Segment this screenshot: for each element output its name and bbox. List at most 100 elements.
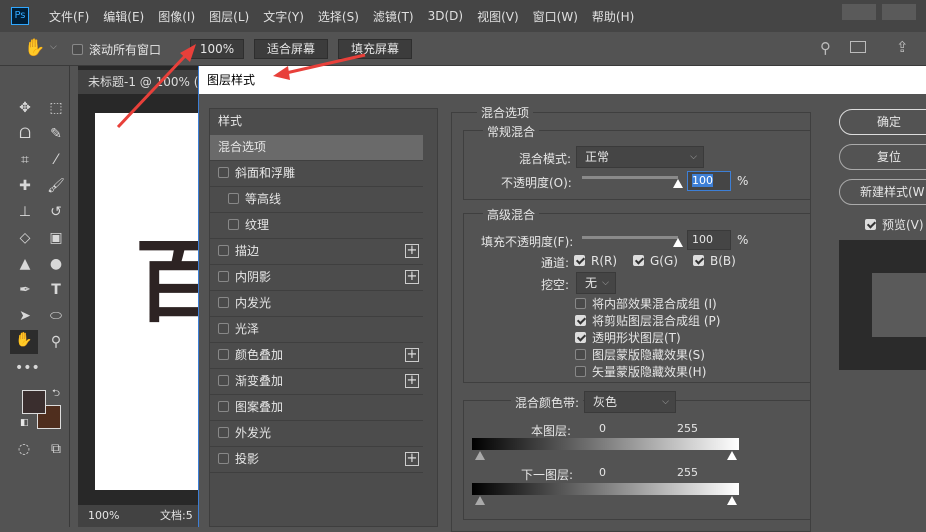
menu-help[interactable]: 帮助(H) <box>592 8 634 25</box>
fill-opacity-input[interactable]: 100 <box>687 230 731 250</box>
eyedropper-icon[interactable]: ⁄ <box>46 150 66 170</box>
ok-button[interactable]: 确定 <box>839 109 926 135</box>
workspace-icon[interactable] <box>850 41 866 53</box>
style-item[interactable]: 光泽 <box>210 317 423 343</box>
style-checkbox[interactable] <box>218 349 229 360</box>
zoom-100-button[interactable]: 100% <box>190 39 244 59</box>
style-checkbox[interactable] <box>218 167 229 178</box>
style-checkbox[interactable] <box>218 375 229 386</box>
knockout-select[interactable]: 无 ⌵ <box>576 272 616 294</box>
style-item[interactable]: 渐变叠加 + <box>210 369 423 395</box>
fill-opacity-slider-thumb[interactable] <box>673 238 683 247</box>
share-icon[interactable]: ⇪ <box>896 38 909 56</box>
menu-file[interactable]: 文件(F) <box>49 8 89 25</box>
add-effect-icon[interactable]: + <box>405 452 419 466</box>
quick-mask-icon[interactable]: ◌ <box>14 439 34 459</box>
underlying-layer-white-slider[interactable] <box>727 496 737 505</box>
style-item[interactable]: 混合选项 <box>210 135 423 161</box>
more-tools-icon[interactable]: ••• <box>15 358 40 378</box>
foreground-color-swatch[interactable] <box>22 390 46 414</box>
style-checkbox[interactable] <box>218 323 229 334</box>
style-checkbox[interactable] <box>218 297 229 308</box>
menu-window[interactable]: 窗口(W) <box>533 8 578 25</box>
preview-checkbox[interactable]: 预览(V) <box>865 216 924 233</box>
advanced-option-checkbox[interactable]: 图层蒙版隐藏效果(S) <box>575 346 705 363</box>
chevron-down-icon[interactable]: ⌵ <box>50 42 57 52</box>
scroll-all-windows-checkbox[interactable]: 滚动所有窗口 <box>72 41 161 58</box>
menu-type[interactable]: 文字(Y) <box>263 8 304 25</box>
underlying-layer-black-slider[interactable] <box>475 496 485 505</box>
add-effect-icon[interactable]: + <box>405 348 419 362</box>
blend-mode-select[interactable]: 正常 ⌵ <box>576 146 704 168</box>
menu-layer[interactable]: 图层(L) <box>209 8 249 25</box>
fill-opacity-slider[interactable] <box>582 236 678 239</box>
advanced-option-checkbox[interactable]: 将剪贴图层混合成组 (P) <box>575 312 720 329</box>
blur-tool-icon[interactable]: ▲ <box>15 254 35 274</box>
style-item[interactable]: 描边 + <box>210 239 423 265</box>
menu-image[interactable]: 图像(I) <box>158 8 195 25</box>
channel-r-checkbox[interactable]: R(R) <box>574 254 617 268</box>
style-checkbox[interactable] <box>218 453 229 464</box>
gradient-tool-icon[interactable]: ▣ <box>46 228 66 248</box>
eraser-tool-icon[interactable]: ◇ <box>15 228 35 248</box>
default-colors-icon[interactable]: ◧ <box>20 418 29 428</box>
swap-colors-icon[interactable]: ⮌ <box>52 386 60 403</box>
ellipse-tool-icon[interactable]: ⬭ <box>46 306 66 326</box>
zoom-readout[interactable]: 100% <box>88 505 119 527</box>
quick-select-icon[interactable]: ✎ <box>46 124 66 144</box>
opacity-slider[interactable] <box>582 176 678 179</box>
marquee-tool-icon[interactable]: ⬚ <box>46 98 66 118</box>
style-checkbox[interactable] <box>218 401 229 412</box>
brush-tool-icon[interactable]: 🖌 <box>46 176 66 196</box>
type-tool-icon[interactable]: T <box>46 280 66 300</box>
pen-tool-icon[interactable]: ✒ <box>15 280 35 300</box>
style-item[interactable]: 外发光 <box>210 421 423 447</box>
this-layer-white-slider[interactable] <box>727 451 737 460</box>
style-checkbox[interactable] <box>218 271 229 282</box>
channel-g-checkbox[interactable]: G(G) <box>633 254 678 268</box>
hand-tool-icon[interactable]: ✋ <box>24 38 45 58</box>
maximize-button[interactable] <box>882 4 916 20</box>
minimize-button[interactable] <box>842 4 876 20</box>
style-item[interactable]: 纹理 <box>210 213 423 239</box>
menu-select[interactable]: 选择(S) <box>318 8 359 25</box>
menu-view[interactable]: 视图(V) <box>477 8 519 25</box>
add-effect-icon[interactable]: + <box>405 244 419 258</box>
style-item[interactable]: 等高线 <box>210 187 423 213</box>
style-checkbox[interactable] <box>218 427 229 438</box>
fit-screen-button[interactable]: 适合屏幕 <box>254 39 328 59</box>
fill-screen-button[interactable]: 填充屏幕 <box>338 39 412 59</box>
path-select-icon[interactable]: ➤ <box>15 306 35 326</box>
menu-edit[interactable]: 编辑(E) <box>103 8 144 25</box>
style-item[interactable]: 图案叠加 <box>210 395 423 421</box>
zoom-tool-icon[interactable]: ⚲ <box>46 332 66 352</box>
crop-tool-icon[interactable]: ⌗ <box>15 150 35 170</box>
blend-if-select[interactable]: 灰色 ⌵ <box>584 391 676 413</box>
this-layer-black-slider[interactable] <box>475 451 485 460</box>
advanced-option-checkbox[interactable]: 将内部效果混合成组 (I) <box>575 295 717 312</box>
advanced-option-checkbox[interactable]: 矢量蒙版隐藏效果(H) <box>575 363 706 380</box>
screen-mode-icon[interactable]: ⧉ <box>46 439 66 459</box>
opacity-slider-thumb[interactable] <box>673 179 683 188</box>
menu-3d[interactable]: 3D(D) <box>428 9 463 23</box>
style-item[interactable]: 投影 + <box>210 447 423 473</box>
channel-b-checkbox[interactable]: B(B) <box>693 254 736 268</box>
opacity-input[interactable]: 100 <box>687 171 731 191</box>
search-icon[interactable]: ⚲ <box>820 39 831 57</box>
hand-tool-active-icon[interactable]: ✋ <box>10 330 38 354</box>
document-tab[interactable]: 未标题-1 @ 100% ( <box>78 70 198 94</box>
dodge-tool-icon[interactable]: ● <box>46 254 66 274</box>
style-checkbox[interactable] <box>228 219 239 230</box>
lasso-tool-icon[interactable]: ᗝ <box>15 124 35 144</box>
style-item[interactable]: 颜色叠加 + <box>210 343 423 369</box>
style-checkbox[interactable] <box>228 193 239 204</box>
style-item[interactable]: 内发光 <box>210 291 423 317</box>
new-style-button[interactable]: 新建样式(W <box>839 179 926 205</box>
history-brush-icon[interactable]: ↺ <box>46 202 66 222</box>
add-effect-icon[interactable]: + <box>405 270 419 284</box>
style-item[interactable]: 内阴影 + <box>210 265 423 291</box>
move-tool-icon[interactable]: ✥ <box>15 98 35 118</box>
style-checkbox[interactable] <box>218 245 229 256</box>
canvas[interactable]: 百 <box>95 113 198 490</box>
healing-brush-icon[interactable]: ✚ <box>15 176 35 196</box>
